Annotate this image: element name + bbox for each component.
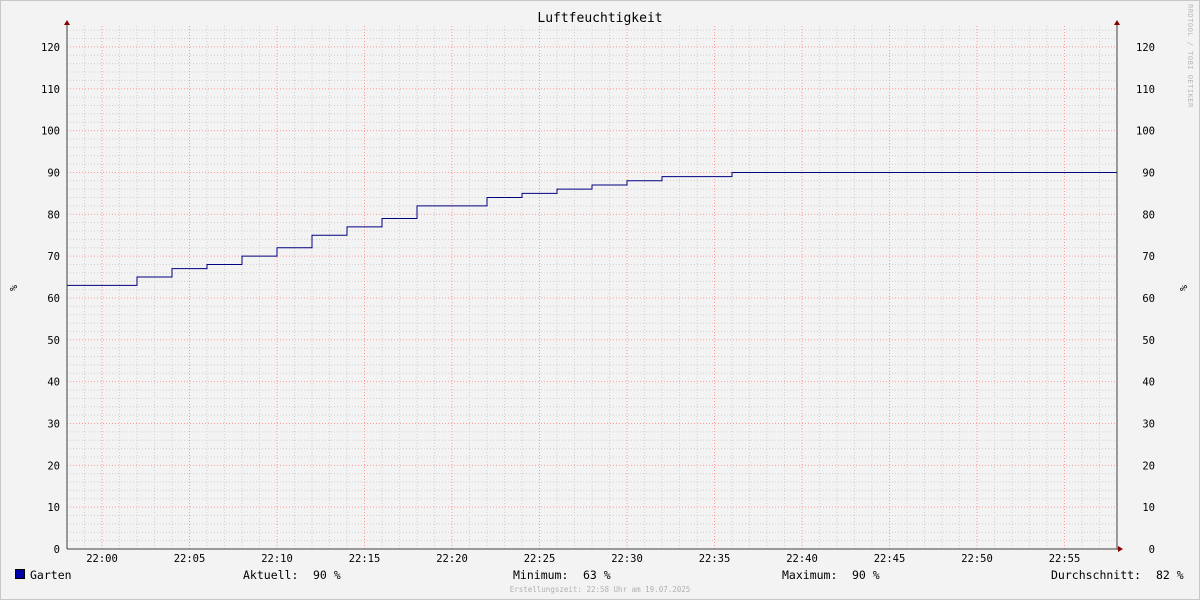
x-tick-label: 22:50: [961, 553, 993, 565]
y-tick-label-right: 40: [1142, 377, 1155, 389]
x-tick-label: 22:10: [261, 553, 293, 565]
y-tick-label-right: 70: [1142, 251, 1155, 263]
legend-max-value: 90 %: [852, 568, 880, 582]
legend-min-label: Minimum:: [513, 568, 569, 582]
y-tick-label-left: 120: [41, 42, 60, 54]
series-layer: [67, 171, 1117, 286]
y-tick-label-right: 120: [1136, 42, 1155, 54]
y-tick-label-right: 110: [1136, 84, 1155, 96]
legend-avg-label: Durchschnitt:: [1051, 568, 1142, 582]
y-tick-label-left: 0: [54, 544, 60, 556]
x-tick-label: 22:40: [786, 553, 818, 565]
minor-grid: [67, 26, 1117, 549]
legend-current-value: 90 %: [313, 568, 341, 582]
y-tick-label-right: 30: [1142, 418, 1155, 430]
legend-swatch: [15, 569, 25, 579]
x-tick-label: 22:45: [874, 553, 906, 565]
y-tick-label-left: 60: [47, 293, 60, 305]
x-tick-label: 22:35: [699, 553, 731, 565]
y-tick-label-right: 50: [1142, 335, 1155, 347]
legend-max-label: Maximum:: [782, 568, 838, 582]
chart-title: Luftfeuchtigkeit: [537, 11, 663, 26]
y-tick-label-left: 30: [47, 418, 60, 430]
y-tick-label-left: 70: [47, 251, 60, 263]
y-tick-label-right: 60: [1142, 293, 1155, 305]
x-tick-label: 22:00: [86, 553, 118, 565]
legend-series-name: Garten: [30, 568, 72, 582]
x-axis-ticks: 22:00 22:05 22:10 22:15 22:20 22:25 22:30 22:35…: [86, 553, 1080, 565]
y-axis-label-right: %: [1177, 285, 1188, 291]
y-tick-label-left: 40: [47, 377, 60, 389]
y-tick-label-left: 110: [41, 84, 60, 96]
y-tick-label-left: 80: [47, 209, 60, 221]
x-tick-label: 22:25: [524, 553, 556, 565]
y-tick-label-right: 10: [1142, 502, 1155, 514]
y-tick-label-left: 10: [47, 502, 60, 514]
axes: [64, 20, 1123, 552]
y-tick-label-right: 90: [1142, 167, 1155, 179]
y-axis-left-ticks: 0 10 20 30 40 50 60 70 80 90 100 110 120: [41, 42, 60, 556]
y-tick-label-right: 100: [1136, 126, 1155, 138]
y-tick-label-right: 80: [1142, 209, 1155, 221]
y-tick-label-right: 0: [1149, 544, 1155, 556]
y-tick-label-left: 20: [47, 460, 60, 472]
x-tick-label: 22:55: [1049, 553, 1081, 565]
y-axis-label-left: %: [7, 285, 18, 291]
legend: Garten Aktuell: 90 % Minimum: 63 % Maxim…: [0, 568, 1200, 584]
legend-avg-value: 82 %: [1156, 568, 1184, 582]
y-tick-label-left: 90: [47, 167, 60, 179]
y-tick-label-right: 20: [1142, 460, 1155, 472]
x-axis-arrow: [1118, 546, 1123, 552]
chart-canvas: 0 10 20 30 40 50 60 70 80 90 100 110 120 0 10 20 30 40 50…: [7, 20, 1188, 565]
y-tick-label-left: 50: [47, 335, 60, 347]
x-tick-label: 22:15: [349, 553, 381, 565]
creation-timestamp: Erstellungszeit: 22:58 Uhr am 19.07.2025: [509, 585, 691, 594]
legend-current-label: Aktuell:: [243, 568, 299, 582]
y-axis-right-ticks: 0 10 20 30 40 50 60 70 80 90 100 110 120: [1136, 42, 1155, 556]
x-tick-label: 22:20: [436, 553, 468, 565]
y-tick-label-left: 100: [41, 126, 60, 138]
x-tick-label: 22:05: [174, 553, 206, 565]
x-tick-label: 22:30: [611, 553, 643, 565]
legend-min-value: 63 %: [583, 568, 611, 582]
watermark: RRDTOOL / TOBI OETIKER: [1186, 4, 1194, 108]
series-line-garten: [67, 171, 1117, 286]
